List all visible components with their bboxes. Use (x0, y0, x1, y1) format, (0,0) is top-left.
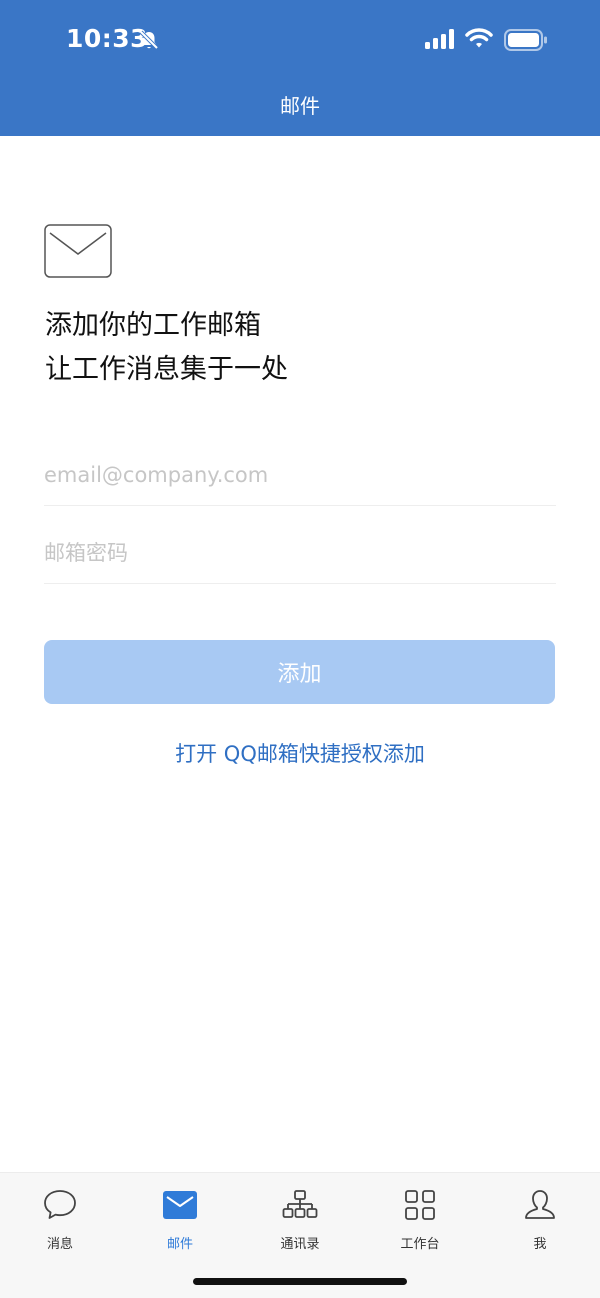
tab-label: 通讯录 (280, 1237, 320, 1252)
add-button[interactable]: 添加 (44, 640, 555, 704)
headline-line-2: 让工作消息集于一处 (45, 354, 288, 385)
chat-bubble-icon (44, 1190, 76, 1219)
tab-label: 消息 (46, 1237, 73, 1252)
status-time: 10:33 (66, 24, 149, 53)
org-chart-icon (282, 1190, 318, 1218)
tab-label: 邮件 (166, 1237, 193, 1252)
app-header: 10:33 邮件 (0, 0, 600, 136)
headline-line-1: 添加你的工作邮箱 (45, 310, 261, 341)
grid-icon (405, 1190, 435, 1220)
tab-label: 工作台 (400, 1237, 440, 1252)
mail-icon (163, 1191, 197, 1219)
tab-contacts[interactable]: 通讯录 (260, 1187, 340, 1252)
tab-mail[interactable]: 邮件 (140, 1187, 220, 1252)
tab-messages[interactable]: 消息 (20, 1187, 100, 1252)
wifi-icon (465, 28, 493, 48)
email-input[interactable] (44, 444, 556, 506)
bell-muted-icon (139, 30, 159, 50)
password-input[interactable] (44, 522, 556, 584)
home-indicator (193, 1278, 407, 1285)
tab-label: 我 (533, 1237, 547, 1252)
qq-mail-auth-link[interactable]: 打开 QQ邮箱快捷授权添加 (0, 738, 600, 768)
page-title: 邮件 (280, 94, 320, 118)
tab-workbench[interactable]: 工作台 (380, 1187, 460, 1252)
battery-icon (504, 29, 547, 51)
cellular-signal-icon (425, 29, 454, 49)
tab-me[interactable]: 我 (500, 1187, 580, 1252)
headline: 添加你的工作邮箱 让工作消息集于一处 (45, 304, 288, 392)
envelope-icon (44, 224, 112, 278)
person-icon (525, 1190, 555, 1219)
